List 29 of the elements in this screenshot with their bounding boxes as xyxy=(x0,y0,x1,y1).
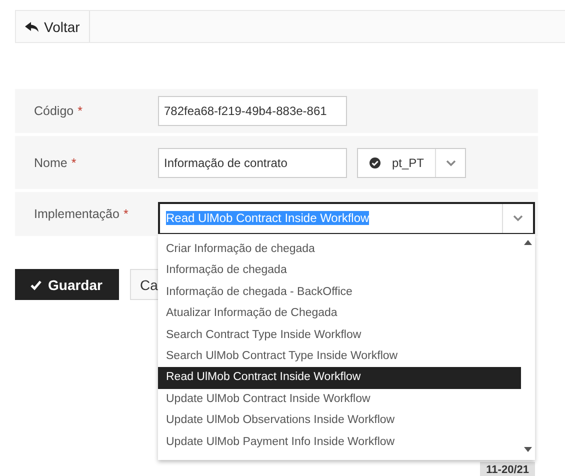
dropdown-option[interactable]: Update UlMob Payment Info Inside Workflow xyxy=(158,432,521,453)
scroll-up-icon xyxy=(524,240,532,245)
locale-select[interactable]: pt_PT xyxy=(357,148,466,178)
dropdown-option[interactable]: Criar Informação de chegada xyxy=(158,239,521,260)
reply-arrow-icon xyxy=(25,20,39,32)
scroll-down-icon xyxy=(524,447,532,452)
dropdown-option[interactable]: Informação de chegada - BackOffice xyxy=(158,282,521,304)
dropdown-option[interactable]: Read UlMob Contract Inside Workflow xyxy=(158,367,521,389)
dropdown-option[interactable]: Informação de chegada xyxy=(158,260,521,282)
cancel-button[interactable]: Ca xyxy=(130,269,158,300)
check-circle-icon xyxy=(369,156,381,168)
required-mark: * xyxy=(78,104,82,118)
check-icon xyxy=(30,278,42,290)
required-mark: * xyxy=(71,156,76,170)
dropdown-option[interactable]: Update UlMob Observations Inside Workflow xyxy=(158,410,521,432)
dropdown-option[interactable]: Search Contract Type Inside Workflow xyxy=(158,324,521,346)
field-label: Nome xyxy=(34,156,68,170)
field-label: Código xyxy=(34,104,74,118)
text-field[interactable]: Informação de contrato xyxy=(158,148,347,178)
selected-value: Read UlMob Contract Inside Workflow xyxy=(166,211,370,225)
dropdown-option[interactable]: Atualizar Informação de Chegada xyxy=(158,303,521,325)
date-label: 11-20/21 xyxy=(480,462,535,476)
dropdown-option[interactable]: Search UlMob Contract Type Inside Workflow xyxy=(158,346,521,368)
dropdown-option[interactable]: Update UlMob Contract Inside Workflow xyxy=(158,388,521,410)
locale-value: pt_PT xyxy=(392,156,426,170)
field-label: Implementação xyxy=(34,207,120,221)
required-mark: * xyxy=(123,207,128,221)
save-button[interactable]: Guardar xyxy=(15,269,119,300)
text-field[interactable]: 782fea68-f219-49b4-883e-861 xyxy=(158,96,347,126)
